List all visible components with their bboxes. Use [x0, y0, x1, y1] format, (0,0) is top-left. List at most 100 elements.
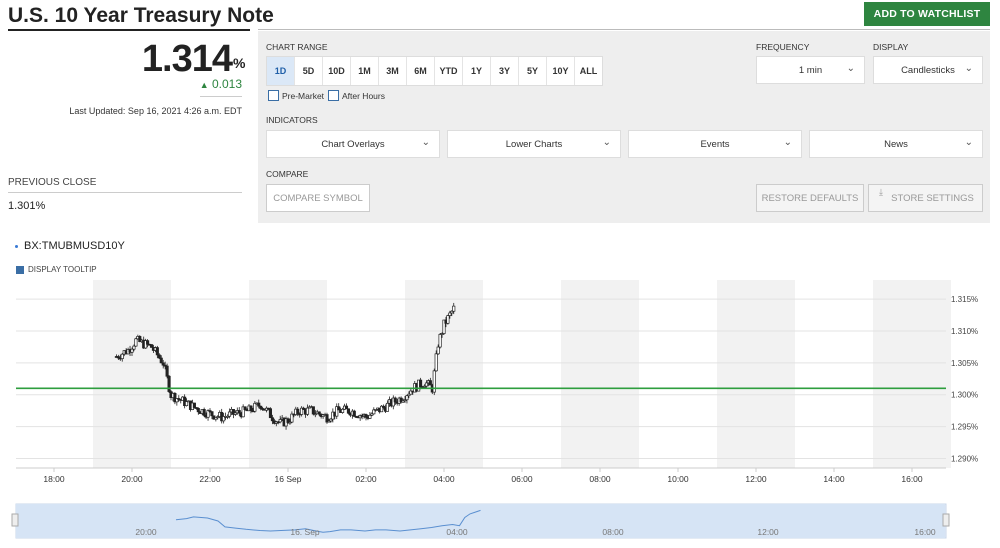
pre-market-checkbox[interactable]: Pre-Market [268, 90, 324, 101]
candle [249, 405, 253, 412]
news-dropdown[interactable]: News ⌄ [809, 130, 983, 158]
range-button-3y[interactable]: 3Y [491, 57, 519, 85]
chart-band [561, 280, 639, 468]
range-button-ytd[interactable]: YTD [435, 57, 463, 85]
range-button-1y[interactable]: 1Y [463, 57, 491, 85]
display-select[interactable]: Candlesticks ⌄ [873, 56, 983, 84]
chart-overlays-dropdown[interactable]: Chart Overlays ⌄ [266, 130, 440, 158]
range-button-1d[interactable]: 1D [267, 57, 295, 85]
candle [346, 408, 351, 414]
candle [146, 340, 150, 345]
candle [446, 315, 450, 324]
chart-symbol-label: BX:TMUBMUSD10Y [24, 240, 125, 252]
candle [364, 414, 368, 418]
chevron-down-icon: ⌄ [421, 137, 430, 148]
candle [344, 405, 349, 410]
x-tick-label: 22:00 [199, 474, 221, 484]
quote-price-unit: % [233, 55, 246, 71]
events-dropdown[interactable]: Events ⌄ [628, 130, 802, 158]
candle [452, 305, 456, 312]
add-to-watchlist-button[interactable]: ADD TO WATCHLIST [864, 2, 990, 26]
lower-charts-dropdown[interactable]: Lower Charts ⌄ [447, 130, 621, 158]
candle [270, 417, 274, 422]
chart-controls-panel: CHART RANGE 1D 5D 10D 1M 3M 6M YTD 1Y 3Y… [258, 31, 990, 223]
candle [337, 406, 341, 411]
navigator-right-handle[interactable] [942, 513, 950, 527]
candle [393, 397, 397, 403]
navigator-tick-label: 16. Sep [290, 527, 320, 537]
y-tick-label: 1.305% [951, 359, 978, 368]
x-tick-label: 18:00 [43, 474, 65, 484]
candle [134, 338, 138, 347]
change-divider [200, 96, 242, 97]
compare-label: COMPARE [266, 169, 309, 179]
frequency-select[interactable]: 1 min ⌄ [756, 56, 865, 84]
compare-symbol-input[interactable]: COMPARE SYMBOL [266, 184, 370, 212]
y-tick-label: 1.315% [951, 295, 978, 304]
candle [132, 345, 136, 350]
chart-navigator[interactable]: 20:00 16. Sep 04:00 08:00 12:00 16:00 [0, 500, 1000, 544]
candle [196, 408, 200, 413]
range-button-5d[interactable]: 5D [295, 57, 323, 85]
title-underline [8, 29, 250, 31]
chart-band [873, 280, 951, 468]
y-tick-label: 1.295% [951, 423, 978, 432]
previous-close-label: PREVIOUS CLOSE [8, 177, 97, 188]
chart-overlays-label: Chart Overlays [321, 138, 385, 150]
range-button-1m[interactable]: 1M [351, 57, 379, 85]
range-button-5y[interactable]: 5Y [519, 57, 547, 85]
chart-symbol: BX:TMUBMUSD10Y [15, 240, 125, 252]
candle [227, 411, 232, 417]
navigator-tick-label: 12:00 [757, 527, 779, 537]
after-hours-checkbox[interactable]: After Hours [328, 90, 385, 101]
triangle-up-icon: ▲ [199, 80, 209, 90]
candle [192, 402, 196, 408]
x-tick-label: 06:00 [511, 474, 533, 484]
candle [155, 347, 159, 356]
x-tick-label: 10:00 [667, 474, 689, 484]
candle [159, 357, 163, 364]
candle [157, 354, 161, 359]
price-chart[interactable]: 1.315% 1.310% 1.305% 1.300% 1.295% 1.290% 18:… [0, 276, 1000, 492]
frequency-value: 1 min [798, 64, 823, 76]
display-tooltip-toggle[interactable]: DISPLAY TOOLTIP [16, 265, 97, 274]
restore-defaults-button[interactable]: RESTORE DEFAULTS [756, 184, 864, 212]
x-tick-label: 08:00 [589, 474, 611, 484]
candle [278, 419, 282, 423]
range-button-3m[interactable]: 3M [379, 57, 407, 85]
series-dot-icon [15, 244, 18, 248]
previous-close-value: 1.301% [8, 200, 46, 212]
checkbox-box[interactable] [268, 90, 279, 101]
candle [167, 375, 171, 392]
range-button-10y[interactable]: 10Y [547, 57, 575, 85]
y-tick-label: 1.290% [951, 454, 978, 463]
after-hours-label: After Hours [342, 90, 385, 101]
range-button-10d[interactable]: 10D [323, 57, 351, 85]
chart-range-label: CHART RANGE [266, 42, 328, 52]
candle [202, 409, 206, 416]
candle [296, 408, 300, 415]
frequency-label: FREQUENCY [756, 42, 810, 52]
chart-band [249, 280, 327, 468]
checkbox-checked-icon[interactable] [16, 265, 24, 274]
candle [434, 353, 438, 372]
store-settings-button[interactable]: ⤓ STORE SETTINGS [868, 184, 983, 212]
indicators-label: INDICATORS [266, 115, 318, 125]
y-tick-label: 1.310% [951, 327, 978, 336]
quote-price: 1.314 [141, 38, 233, 80]
display-label: DISPLAY [873, 42, 909, 52]
candle [257, 402, 261, 407]
chevron-down-icon: ⌄ [964, 63, 973, 74]
navigator-left-handle[interactable] [11, 513, 19, 527]
range-button-6m[interactable]: 6M [407, 57, 435, 85]
y-tick-label: 1.300% [951, 391, 978, 400]
navigator-tick-label: 20:00 [135, 527, 157, 537]
display-tooltip-label: DISPLAY TOOLTIP [28, 265, 97, 274]
candle [405, 395, 409, 401]
candle [436, 346, 440, 355]
candle [268, 408, 273, 419]
range-button-all[interactable]: ALL [575, 57, 602, 85]
checkbox-box[interactable] [328, 90, 339, 101]
pre-market-label: Pre-Market [282, 90, 325, 101]
chart-band [717, 280, 795, 468]
